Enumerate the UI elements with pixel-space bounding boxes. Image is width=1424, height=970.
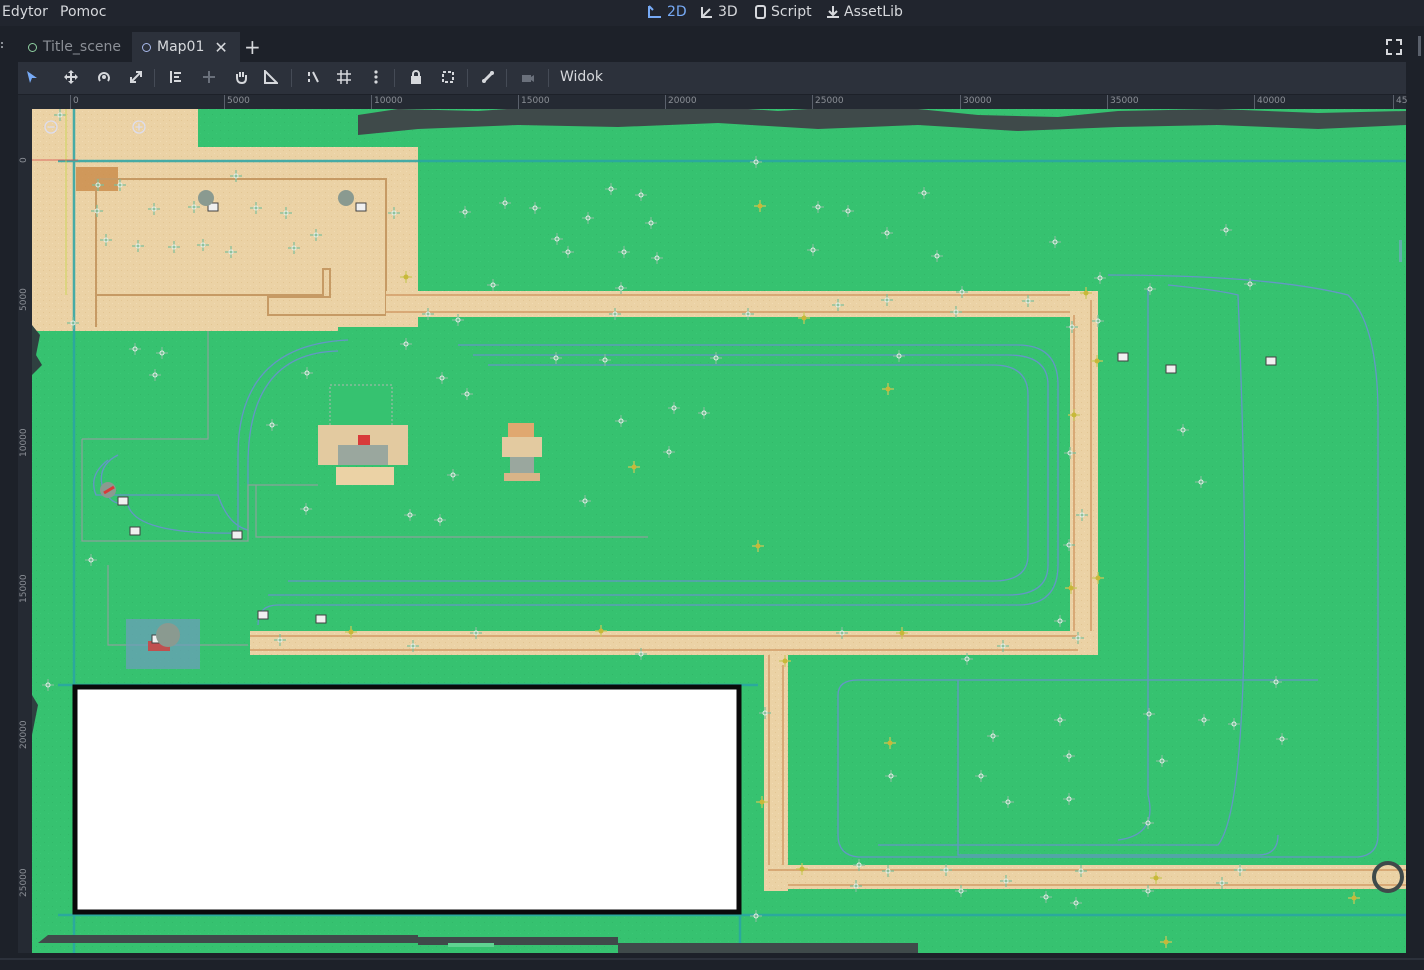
scene-tabbar: Title_scene Map01 ✕ + — [0, 32, 1424, 62]
dock-grip[interactable] — [0, 40, 4, 54]
map-canvas — [18, 95, 1406, 953]
scroll-handle[interactable] — [1418, 36, 1421, 56]
zoom-in-button[interactable] — [133, 122, 145, 134]
ruler-left: 0 5000 10000 15000 20000 25000 — [18, 95, 32, 953]
viewport-scrollbar[interactable] — [1399, 240, 1402, 262]
pivot-mode-button[interactable] — [201, 70, 217, 86]
ruler-tick — [1254, 95, 1255, 109]
canvas-toolbar: Widok — [18, 62, 1406, 94]
scale-icon — [130, 71, 142, 83]
ruler-label: 0 — [19, 157, 29, 163]
ruler-tick — [960, 95, 961, 109]
ruler-tick — [1393, 95, 1394, 109]
camera-override-button[interactable] — [520, 70, 536, 86]
ruler-label: 5000 — [19, 288, 29, 311]
cursor-icon — [27, 71, 37, 83]
add-scene-tab-button[interactable]: + — [244, 35, 261, 59]
assetlib-icon — [827, 6, 839, 18]
list-select-button[interactable] — [168, 70, 184, 86]
view-menu-button[interactable]: Widok — [560, 69, 603, 85]
more-vertical-icon — [374, 70, 378, 84]
workspace-script-button[interactable]: Script — [753, 4, 812, 20]
move-mode-button[interactable] — [63, 70, 79, 86]
move-icon — [64, 70, 78, 84]
ruler-label: 5000 — [227, 96, 250, 106]
script-icon — [755, 5, 766, 19]
scene-circle-icon — [142, 42, 151, 52]
ruler-label: 30000 — [963, 96, 992, 106]
ruler-tick — [70, 95, 71, 109]
ruler-tick — [1107, 95, 1108, 109]
ruler-label: 25000 — [815, 96, 844, 106]
ruler-mode-button[interactable] — [263, 68, 280, 86]
ruler-label: 20000 — [668, 96, 697, 106]
lock-button[interactable] — [408, 70, 424, 86]
scale-mode-button[interactable] — [128, 70, 144, 86]
scene-tab-map01[interactable]: Map01 ✕ — [132, 32, 240, 62]
hand-icon — [236, 72, 247, 85]
zoom-out-button[interactable] — [47, 122, 59, 134]
ruler-label: 40000 — [1257, 96, 1286, 106]
ruler-label: 10000 — [374, 96, 403, 106]
canvas-viewport[interactable] — [18, 95, 1406, 953]
2d-icon — [648, 5, 661, 18]
bone-icon — [482, 71, 494, 83]
ruler-tick — [371, 95, 372, 109]
ruler-label: 15000 — [19, 574, 29, 603]
fullscreen-icon — [1386, 39, 1402, 55]
select-mode-button[interactable] — [24, 70, 40, 86]
workspace-3d-button[interactable]: 3D — [700, 4, 738, 20]
distraction-free-button[interactable] — [1386, 39, 1402, 59]
scene-circle-icon — [28, 42, 37, 52]
smart-snap-button[interactable] — [305, 70, 321, 86]
ruler-tick — [224, 95, 225, 109]
lock-icon — [411, 70, 421, 84]
ruler-label: 0 — [73, 96, 79, 106]
ruler-top: 0 5000 10000 15000 20000 25000 30000 35000 40000… — [18, 95, 1408, 109]
ruler-label: 35000 — [1110, 96, 1139, 106]
close-tab-icon[interactable]: ✕ — [214, 38, 227, 57]
pivot-icon — [203, 71, 215, 83]
menu-editor[interactable]: Edytor — [2, 4, 48, 20]
bottom-panel-edge — [0, 958, 1424, 970]
group-icon — [442, 71, 454, 83]
workspace-2d-button[interactable]: 2D — [647, 4, 687, 20]
snap-icon — [308, 71, 319, 83]
rotate-mode-button[interactable] — [96, 70, 112, 86]
ruler-tick — [665, 95, 666, 109]
ruler-tick — [812, 95, 813, 109]
menubar: Edytor Pomoc 2D 3D Script AssetLib — [0, 0, 1424, 26]
pan-mode-button[interactable] — [233, 70, 249, 86]
snap-options-button[interactable] — [368, 70, 384, 86]
ruler-label: 15000 — [521, 96, 550, 106]
rotate-icon — [98, 72, 110, 82]
ruler-tick — [518, 95, 519, 109]
skeleton-button[interactable] — [480, 70, 496, 86]
list-select-icon — [170, 71, 181, 83]
grid-snap-button[interactable] — [336, 70, 352, 86]
ruler-label: 20000 — [19, 720, 29, 749]
menu-help[interactable]: Pomoc — [60, 4, 106, 20]
ruler-icon — [264, 68, 280, 84]
3d-icon — [701, 7, 712, 18]
ruler-label: 10000 — [19, 428, 29, 457]
workspace-assetlib-button[interactable]: AssetLib — [826, 4, 903, 20]
ruler-label: 25000 — [19, 868, 29, 897]
camera-icon — [522, 75, 534, 82]
scene-tab-title-scene[interactable]: Title_scene — [18, 32, 131, 62]
ruler-label: 45 — [1396, 96, 1408, 106]
grid-snap-icon — [337, 70, 351, 84]
group-button[interactable] — [440, 70, 456, 86]
